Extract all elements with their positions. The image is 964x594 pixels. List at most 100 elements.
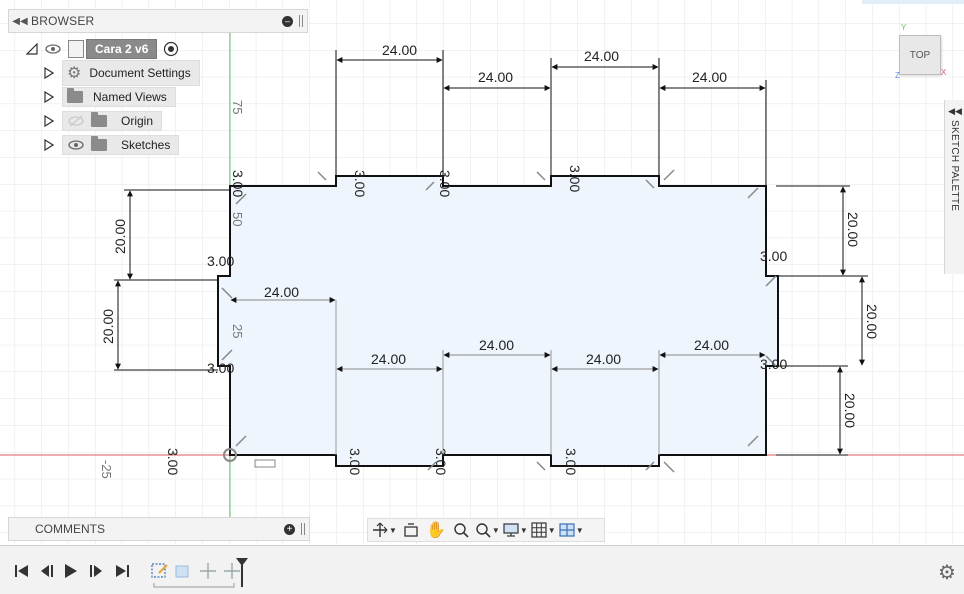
zoom-window-icon [476, 523, 491, 538]
dim-inner-1: 24.00 [264, 284, 299, 300]
expand-right-icon[interactable] [44, 67, 54, 79]
monitor-icon [503, 523, 519, 537]
dim-top-3: 24.00 [584, 48, 619, 64]
dim-small-11: 3.00 [433, 448, 449, 475]
orbit-button[interactable]: ▼ [372, 520, 397, 540]
tree-item-origin[interactable]: Origin [44, 111, 163, 131]
look-at-button[interactable] [400, 520, 422, 540]
tree-item-label: Named Views [93, 90, 167, 104]
viewports-icon [559, 523, 575, 537]
go-to-start-icon[interactable] [14, 564, 30, 578]
eye-icon[interactable] [44, 43, 62, 55]
grip-icon[interactable] [299, 15, 303, 27]
dim-small-3: 3.00 [760, 248, 787, 264]
chevron-down-icon[interactable]: ▼ [576, 526, 584, 535]
gear-icon: ⚙ [67, 65, 82, 82]
folder-icon [67, 88, 83, 103]
dim-small-4: 3.00 [760, 356, 787, 372]
pan-button[interactable]: ✋ [425, 520, 447, 540]
look-at-icon [404, 523, 418, 537]
dim-left-2: 20.00 [100, 309, 116, 344]
comments-title: COMMENTS [35, 522, 105, 536]
chevron-down-icon[interactable]: ▼ [548, 526, 556, 535]
document-settings-node[interactable]: ⚙ Document Settings [62, 60, 200, 86]
expand-palette-icon[interactable]: ◀◀ [945, 106, 964, 117]
chevron-down-icon[interactable]: ▼ [389, 526, 397, 535]
tree-item-label: Document Settings [89, 66, 191, 80]
sketch-palette[interactable]: ◀◀ SKETCH PALETTE [944, 100, 964, 274]
tree-item-document-settings[interactable]: ⚙ Document Settings [44, 60, 200, 86]
dim-small-2: 3.00 [207, 360, 234, 376]
sketches-node[interactable]: Sketches [62, 135, 180, 155]
dim-right-1: 20.00 [845, 212, 861, 247]
zoom-button[interactable] [450, 520, 472, 540]
tree-item-named-views[interactable]: Named Views [44, 87, 176, 107]
dim-top-2: 24.00 [478, 69, 513, 85]
plus-icon[interactable]: + [284, 523, 295, 535]
origin-node[interactable]: Origin [62, 111, 163, 131]
dim-small-8: 3.00 [567, 165, 583, 192]
named-views-node[interactable]: Named Views [62, 87, 176, 107]
dim-small-7: 3.00 [437, 170, 453, 197]
expand-right-icon[interactable] [44, 91, 54, 103]
dim-inner-2: 24.00 [371, 351, 406, 367]
expand-right-icon[interactable] [44, 115, 54, 127]
sketch-feature-icon[interactable] [150, 561, 170, 581]
axis-label-neg25: -25 [99, 460, 114, 479]
dim-top-4: 24.00 [692, 69, 727, 85]
move-feature-icon[interactable] [198, 561, 218, 581]
fit-button[interactable]: ▼ [475, 520, 500, 540]
tree-item-sketches[interactable]: Sketches [44, 135, 180, 155]
dim-small-10: 3.00 [347, 448, 363, 475]
eye-icon[interactable] [67, 139, 85, 151]
navigation-toolbar: ▼ ✋ ▼ ▼ ▼ ▼ [367, 518, 605, 542]
orbit-icon [373, 522, 388, 537]
dim-small-5: 3.00 [230, 170, 246, 197]
dim-left-1: 20.00 [112, 219, 128, 254]
collapse-icon[interactable]: ◀◀ [9, 16, 31, 27]
browser-header[interactable]: ◀◀ BROWSER – [8, 9, 308, 33]
eye-hidden-icon[interactable] [67, 115, 85, 127]
extrude-feature-icon[interactable] [173, 561, 193, 581]
browser-panel: ◀◀ BROWSER – [8, 9, 308, 33]
dim-top-1: 24.00 [382, 42, 417, 58]
expand-right-icon[interactable] [44, 139, 54, 151]
tree-item-label: Origin [121, 114, 154, 128]
go-to-end-icon[interactable] [114, 564, 130, 578]
grid-icon [531, 522, 547, 538]
dim-small-1: 3.00 [207, 253, 234, 269]
grip-icon[interactable] [301, 523, 305, 535]
comments-panel[interactable]: COMMENTS + [8, 517, 310, 541]
axis-label-50: 50 [230, 212, 245, 226]
tree-item-label: Sketches [121, 138, 171, 152]
component-node[interactable]: Cara 2 v6 [68, 39, 158, 59]
gear-icon[interactable]: ⚙ [938, 560, 956, 585]
zoom-icon [454, 523, 469, 538]
viewports-button[interactable]: ▼ [559, 520, 584, 540]
display-settings-button[interactable]: ▼ [503, 520, 528, 540]
dim-inner-5: 24.00 [694, 337, 729, 353]
dim-right-3: 20.00 [842, 393, 858, 428]
folder-icon [91, 136, 107, 151]
axis-x-icon: X [941, 68, 947, 77]
timeline-marker[interactable] [235, 557, 249, 589]
timeline: ⚙ [0, 545, 964, 594]
view-cube-axes: Y Z X [895, 23, 947, 80]
hand-icon: ✋ [425, 522, 446, 539]
tree-root[interactable]: Cara 2 v6 [26, 39, 179, 59]
activate-radio-icon[interactable] [163, 41, 179, 57]
dim-inner-3: 24.00 [479, 337, 514, 353]
sketch-profile[interactable] [217, 175, 779, 467]
step-forward-icon[interactable] [88, 564, 104, 578]
minus-icon[interactable]: – [282, 15, 293, 27]
chevron-down-icon[interactable]: ▼ [492, 526, 500, 535]
chevron-down-icon[interactable]: ▼ [520, 526, 528, 535]
play-icon[interactable] [64, 564, 78, 578]
component-label[interactable]: Cara 2 v6 [86, 39, 158, 59]
grid-settings-button[interactable]: ▼ [531, 520, 556, 540]
dim-small-9: 3.00 [165, 448, 181, 475]
dim-small-6: 3.00 [352, 170, 368, 197]
step-back-icon[interactable] [39, 564, 55, 578]
dim-right-2: 20.00 [864, 304, 880, 339]
expand-down-icon[interactable] [26, 43, 38, 55]
